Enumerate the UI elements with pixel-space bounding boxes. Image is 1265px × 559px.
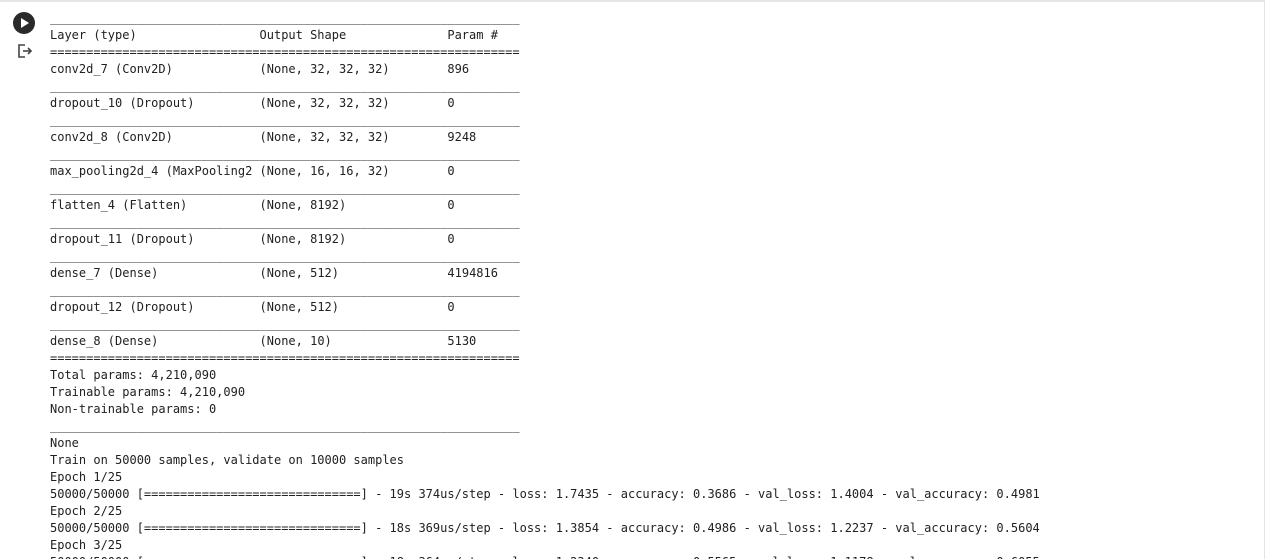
- epoch-progress: 50000/50000 [===========================…: [50, 521, 1040, 535]
- layer-separator: ________________________________________…: [50, 181, 520, 195]
- layer-param-count: 0: [447, 232, 455, 246]
- column-padding: [339, 266, 447, 280]
- train-info: Train on 50000 samples, validate on 1000…: [50, 453, 405, 467]
- layer-name: max_pooling2d_4 (MaxPooling2: [50, 164, 253, 178]
- layer-rows: conv2d_7 (Conv2D) (None, 32, 32, 32) 896…: [50, 61, 1040, 367]
- layer-name: dropout_11 (Dropout): [50, 232, 195, 246]
- summary-top-rule: ________________________________________…: [50, 11, 520, 25]
- summary-header: Layer (type) Output Shape Param #: [50, 28, 520, 42]
- layer-row: conv2d_7 (Conv2D) (None, 32, 32, 32) 896: [50, 61, 1040, 78]
- layer-param-count: 4194816: [447, 266, 498, 280]
- layer-row: dropout_11 (Dropout) (None, 8192) 0: [50, 231, 1040, 248]
- column-padding: [158, 334, 259, 348]
- layer-output-shape: (None, 32, 32, 32): [259, 130, 390, 144]
- column-padding: [339, 300, 447, 314]
- column-padding: [195, 232, 260, 246]
- cell-output-text: ________________________________________…: [50, 10, 1040, 559]
- layer-name: flatten_4 (Flatten): [50, 198, 188, 212]
- summary-double-rule: ========================================…: [50, 351, 520, 365]
- layer-param-count: 0: [447, 96, 455, 110]
- layer-output-shape: (None, 16, 16, 32): [259, 164, 390, 178]
- layer-name: dropout_10 (Dropout): [50, 96, 195, 110]
- layer-output-shape: (None, 8192): [259, 232, 347, 246]
- non-trainable-params: Non-trainable params: 0: [50, 402, 217, 416]
- total-params: Total params: 4,210,090: [50, 368, 217, 382]
- layer-param-count: 0: [447, 198, 455, 212]
- column-padding: [173, 62, 260, 76]
- column-padding: [346, 232, 447, 246]
- summary-double-rule: ========================================…: [50, 45, 520, 59]
- epoch-label: Epoch 2/25: [50, 504, 123, 518]
- layer-separator: ________________________________________…: [50, 317, 520, 331]
- cell-top-border: [0, 0, 1265, 2]
- layer-param-count: 0: [447, 300, 455, 314]
- layer-separator: ________________________________________…: [50, 249, 520, 263]
- layer-name: conv2d_8 (Conv2D): [50, 130, 173, 144]
- layer-row: dense_8 (Dense) (None, 10) 5130: [50, 333, 1040, 350]
- layer-separator: ________________________________________…: [50, 283, 520, 297]
- layer-name: dense_8 (Dense): [50, 334, 159, 348]
- notebook-output-cell: ________________________________________…: [0, 0, 1265, 559]
- return-value: None: [50, 436, 79, 450]
- epoch-label: Epoch 3/25: [50, 538, 123, 552]
- output-redirect-icon[interactable]: [16, 42, 34, 60]
- column-padding: [173, 130, 260, 144]
- column-padding: [390, 130, 448, 144]
- play-icon: [21, 18, 29, 28]
- layer-name: dense_7 (Dense): [50, 266, 159, 280]
- column-padding: [195, 96, 260, 110]
- layer-name: dropout_12 (Dropout): [50, 300, 195, 314]
- column-padding: [252, 164, 259, 178]
- layer-row: dropout_12 (Dropout) (None, 512) 0: [50, 299, 1040, 316]
- layer-separator: ________________________________________…: [50, 113, 520, 127]
- column-padding: [158, 266, 259, 280]
- layer-output-shape: (None, 32, 32, 32): [259, 62, 390, 76]
- layer-separator: ________________________________________…: [50, 79, 520, 93]
- layer-param-count: 896: [447, 62, 470, 76]
- layer-row: conv2d_8 (Conv2D) (None, 32, 32, 32) 924…: [50, 129, 1040, 146]
- layer-row: dense_7 (Dense) (None, 512) 4194816: [50, 265, 1040, 282]
- layer-output-shape: (None, 8192): [259, 198, 347, 212]
- column-padding: [187, 198, 259, 212]
- column-padding: [346, 198, 447, 212]
- column-padding: [332, 334, 448, 348]
- layer-name: conv2d_7 (Conv2D): [50, 62, 173, 76]
- epoch-rows: Epoch 1/25 50000/50000 [=================…: [50, 469, 1040, 559]
- layer-output-shape: (None, 512): [259, 300, 340, 314]
- column-padding: [195, 300, 260, 314]
- layer-param-count: 0: [447, 164, 455, 178]
- layer-output-shape: (None, 512): [259, 266, 340, 280]
- layer-row: flatten_4 (Flatten) (None, 8192) 0: [50, 197, 1040, 214]
- layer-param-count: 5130: [447, 334, 477, 348]
- run-cell-button[interactable]: [13, 12, 35, 34]
- layer-param-count: 9248: [447, 130, 477, 144]
- column-padding: [390, 164, 448, 178]
- layer-row: dropout_10 (Dropout) (None, 32, 32, 32) …: [50, 95, 1040, 112]
- layer-output-shape: (None, 32, 32, 32): [259, 96, 390, 110]
- column-padding: [390, 96, 448, 110]
- output-redirect-icon-glyph: [18, 44, 33, 58]
- trainable-params: Trainable params: 4,210,090: [50, 385, 246, 399]
- layer-row: max_pooling2d_4 (MaxPooling2 (None, 16, …: [50, 163, 1040, 180]
- layer-separator: ________________________________________…: [50, 147, 520, 161]
- summary-bottom-rule: ________________________________________…: [50, 419, 520, 433]
- layer-separator: ________________________________________…: [50, 215, 520, 229]
- epoch-label: Epoch 1/25: [50, 470, 123, 484]
- epoch-progress: 50000/50000 [===========================…: [50, 554, 1040, 559]
- column-padding: [390, 62, 448, 76]
- epoch-progress: 50000/50000 [===========================…: [50, 487, 1040, 501]
- layer-output-shape: (None, 10): [259, 334, 332, 348]
